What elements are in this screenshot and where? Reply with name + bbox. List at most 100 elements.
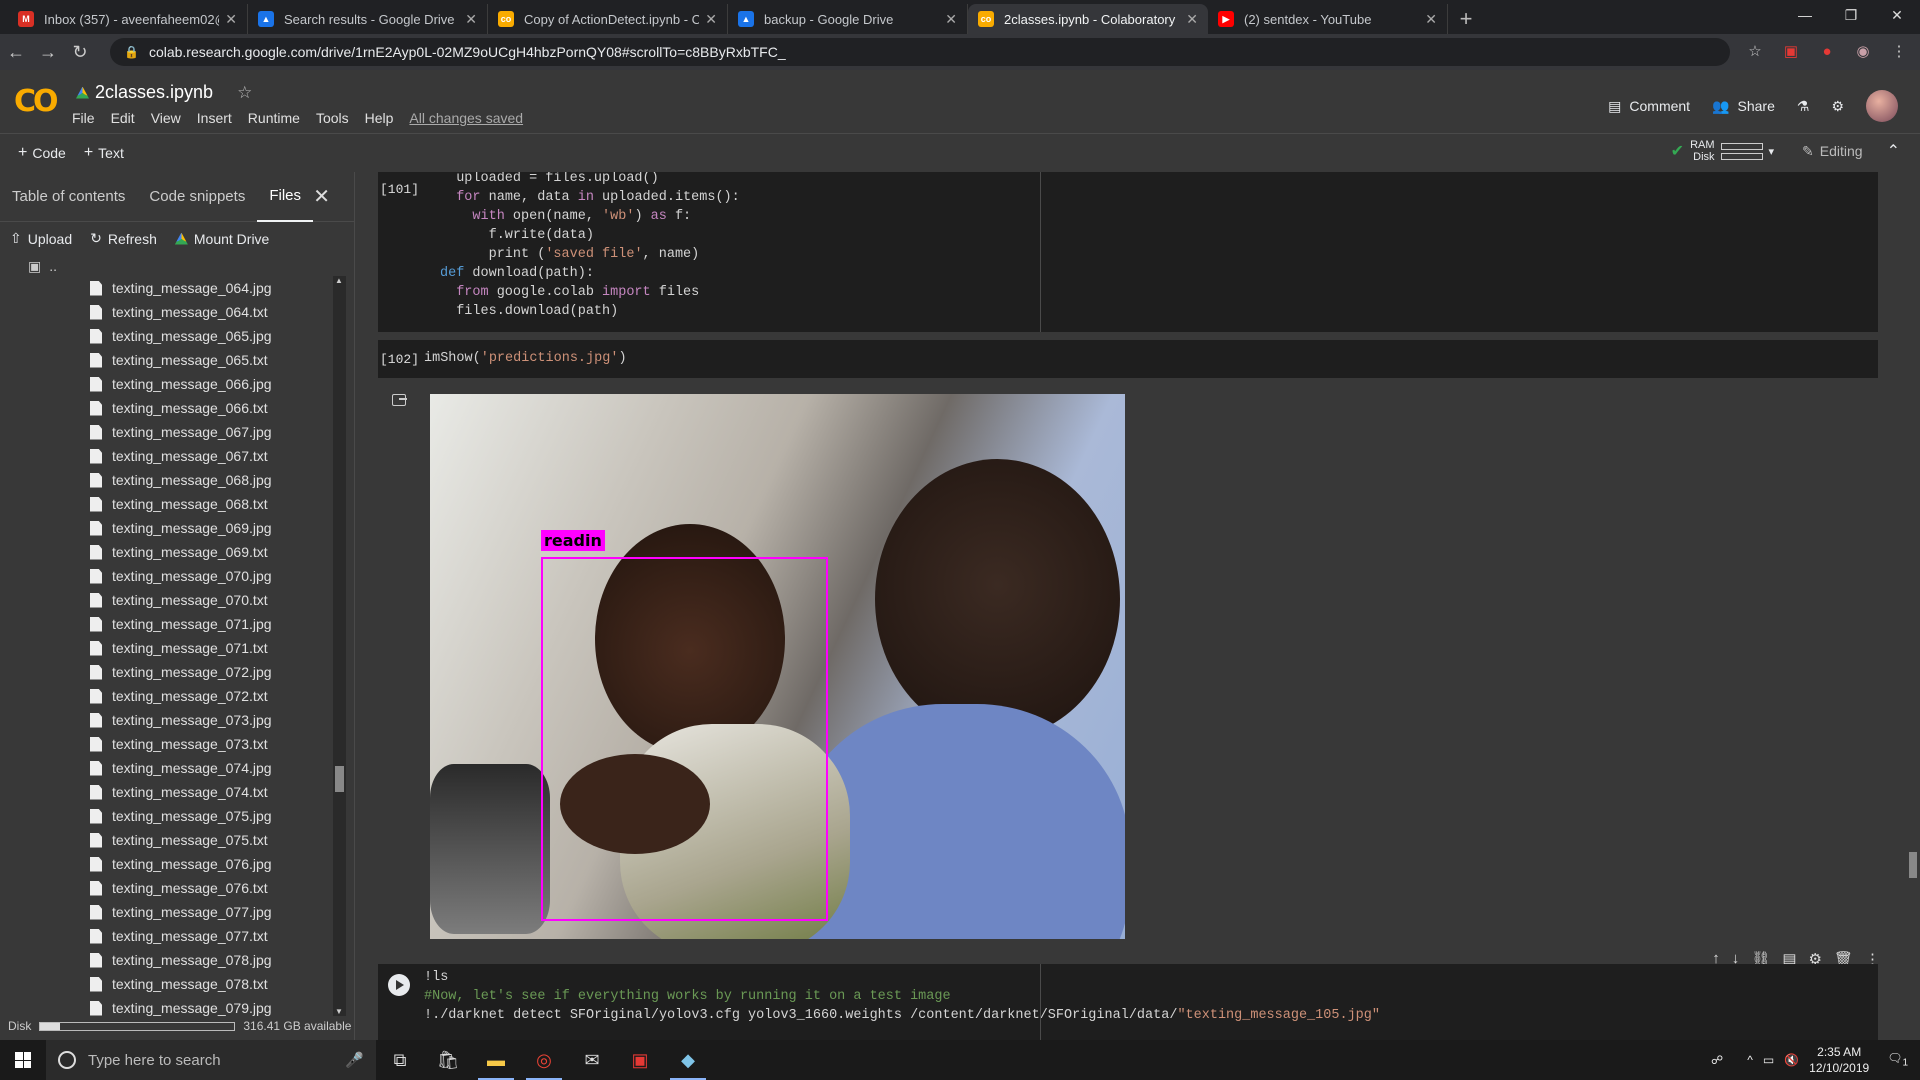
- menu-item-insert[interactable]: Insert: [197, 110, 232, 126]
- parent-folder[interactable]: ▣ ..: [0, 255, 354, 277]
- add-text-button[interactable]: + Text: [84, 144, 124, 162]
- menu-item-view[interactable]: View: [151, 110, 181, 126]
- save-status[interactable]: All changes saved: [409, 110, 523, 126]
- store-icon[interactable]: 🛍: [424, 1040, 472, 1080]
- file-item[interactable]: texting_message_070.txt: [0, 588, 336, 612]
- url-field[interactable]: 🔒 colab.research.google.com/drive/1rnE2A…: [110, 38, 1730, 66]
- taskbar-search[interactable]: Type here to search 🎤: [46, 1040, 376, 1080]
- close-tab-icon[interactable]: ✕: [1425, 11, 1437, 28]
- back-icon[interactable]: ←: [0, 42, 32, 63]
- close-tab-icon[interactable]: ✕: [1186, 11, 1198, 28]
- file-item[interactable]: texting_message_076.jpg: [0, 852, 336, 876]
- new-tab-icon[interactable]: +: [1448, 4, 1484, 34]
- notebook-name[interactable]: 2classes.ipynb: [95, 82, 213, 103]
- file-item[interactable]: texting_message_073.jpg: [0, 708, 336, 732]
- file-item[interactable]: texting_message_077.jpg: [0, 900, 336, 924]
- file-item[interactable]: texting_message_072.txt: [0, 684, 336, 708]
- close-tab-icon[interactable]: ✕: [225, 11, 237, 28]
- people-icon[interactable]: ☍: [1711, 1053, 1723, 1067]
- file-item[interactable]: texting_message_064.txt: [0, 300, 336, 324]
- file-item[interactable]: texting_message_074.txt: [0, 780, 336, 804]
- file-item[interactable]: texting_message_068.txt: [0, 492, 336, 516]
- file-list-scrollbar[interactable]: ▲ ▼: [333, 276, 346, 1016]
- scrollbar-thumb[interactable]: [1909, 852, 1917, 878]
- menu-item-edit[interactable]: Edit: [111, 110, 135, 126]
- close-icon[interactable]: ✕: [301, 184, 342, 209]
- browser-tab[interactable]: ▲ Search results - Google Drive ✕: [248, 4, 488, 34]
- file-item[interactable]: texting_message_068.jpg: [0, 468, 336, 492]
- browser-tab[interactable]: ▲ backup - Google Drive ✕: [728, 4, 968, 34]
- volume-mute-icon[interactable]: 🔇: [1784, 1053, 1799, 1067]
- notification-icon[interactable]: 🗨1: [1887, 1051, 1908, 1068]
- close-tab-icon[interactable]: ✕: [945, 11, 957, 28]
- code-cell-102[interactable]: [102] imShow('predictions.jpg'): [378, 340, 1878, 378]
- tab-table-of-contents[interactable]: Table of contents: [0, 188, 137, 205]
- run-cell-button[interactable]: [388, 974, 410, 996]
- file-item[interactable]: texting_message_072.jpg: [0, 660, 336, 684]
- browser-tab[interactable]: co 2classes.ipynb - Colaboratory ✕: [968, 4, 1208, 34]
- clock[interactable]: 2:35 AM 12/10/2019: [1809, 1044, 1869, 1076]
- notebook-scrollbar[interactable]: [1906, 172, 1920, 1040]
- menu-item-file[interactable]: File: [72, 110, 95, 126]
- browser-tab[interactable]: ▶ (2) sentdex - YouTube ✕: [1208, 4, 1448, 34]
- file-item[interactable]: texting_message_078.jpg: [0, 948, 336, 972]
- close-window-icon[interactable]: ✕: [1874, 0, 1920, 30]
- file-item[interactable]: texting_message_069.txt: [0, 540, 336, 564]
- forward-icon[interactable]: →: [32, 42, 64, 63]
- close-tab-icon[interactable]: ✕: [705, 11, 717, 28]
- profile-icon[interactable]: ◉: [1852, 40, 1874, 62]
- scroll-up-icon[interactable]: ▲: [335, 276, 343, 285]
- star-icon[interactable]: ☆: [237, 83, 252, 103]
- file-item[interactable]: texting_message_067.txt: [0, 444, 336, 468]
- upload-button[interactable]: ⇧ Upload: [10, 230, 72, 247]
- menu-item-help[interactable]: Help: [365, 110, 394, 126]
- file-item[interactable]: texting_message_071.txt: [0, 636, 336, 660]
- code-cell-active[interactable]: !ls #Now, let's see if everything works …: [378, 964, 1878, 1040]
- comment-button[interactable]: ▤ Comment: [1608, 98, 1690, 115]
- menu-item-runtime[interactable]: Runtime: [248, 110, 300, 126]
- file-item[interactable]: texting_message_066.jpg: [0, 372, 336, 396]
- cell-code[interactable]: !ls #Now, let's see if everything works …: [424, 968, 1380, 1025]
- app-icon[interactable]: ◆: [664, 1040, 712, 1080]
- cell-code[interactable]: uploaded = files.upload() for name, data…: [440, 172, 740, 321]
- tab-code-snippets[interactable]: Code snippets: [137, 188, 257, 205]
- close-tab-icon[interactable]: ✕: [465, 11, 477, 28]
- reload-icon[interactable]: ↻: [64, 42, 96, 63]
- file-item[interactable]: texting_message_065.txt: [0, 348, 336, 372]
- add-code-button[interactable]: + Code: [18, 144, 66, 162]
- file-explorer-icon[interactable]: ▬: [472, 1040, 520, 1080]
- task-view-icon[interactable]: ⧉: [376, 1040, 424, 1080]
- mount-drive-button[interactable]: Mount Drive: [174, 230, 269, 247]
- file-item[interactable]: texting_message_069.jpg: [0, 516, 336, 540]
- refresh-button[interactable]: ↻ Refresh: [90, 230, 157, 247]
- editing-mode-button[interactable]: ✎ Editing: [1802, 143, 1863, 160]
- restore-icon[interactable]: ❐: [1828, 0, 1874, 30]
- file-item[interactable]: texting_message_075.jpg: [0, 804, 336, 828]
- file-item[interactable]: texting_message_077.txt: [0, 924, 336, 948]
- pdf-extension-icon[interactable]: ▣: [1780, 40, 1802, 62]
- network-icon[interactable]: ▭: [1763, 1053, 1774, 1067]
- mail-icon[interactable]: ✉: [568, 1040, 616, 1080]
- extension-icon[interactable]: ●: [1816, 40, 1838, 62]
- colab-logo[interactable]: CO: [14, 84, 58, 119]
- browser-tab[interactable]: M Inbox (357) - aveenfaheem02@g ✕: [8, 4, 248, 34]
- file-item[interactable]: texting_message_065.jpg: [0, 324, 336, 348]
- browser-menu-icon[interactable]: ⋮: [1888, 40, 1910, 62]
- menu-item-tools[interactable]: Tools: [316, 110, 349, 126]
- share-button[interactable]: 👥 Share: [1712, 98, 1775, 115]
- flask-icon[interactable]: ⚗: [1797, 98, 1810, 115]
- chevron-up-icon[interactable]: ^: [1747, 1053, 1753, 1067]
- microphone-icon[interactable]: 🎤: [345, 1051, 364, 1069]
- file-item[interactable]: texting_message_074.jpg: [0, 756, 336, 780]
- ram-disk-indicator[interactable]: ✔ RAM Disk ▾: [1671, 139, 1774, 163]
- bookmark-star-icon[interactable]: ☆: [1744, 40, 1766, 62]
- cell-code[interactable]: imShow('predictions.jpg'): [424, 349, 627, 368]
- chrome-icon[interactable]: ◎: [520, 1040, 568, 1080]
- gear-icon[interactable]: ⚙: [1831, 98, 1844, 115]
- file-item[interactable]: texting_message_064.jpg: [0, 276, 336, 300]
- scrollbar-thumb[interactable]: [335, 766, 344, 792]
- acrobat-icon[interactable]: ▣: [616, 1040, 664, 1080]
- file-item[interactable]: texting_message_078.txt: [0, 972, 336, 996]
- file-item[interactable]: texting_message_067.jpg: [0, 420, 336, 444]
- file-item[interactable]: texting_message_075.txt: [0, 828, 336, 852]
